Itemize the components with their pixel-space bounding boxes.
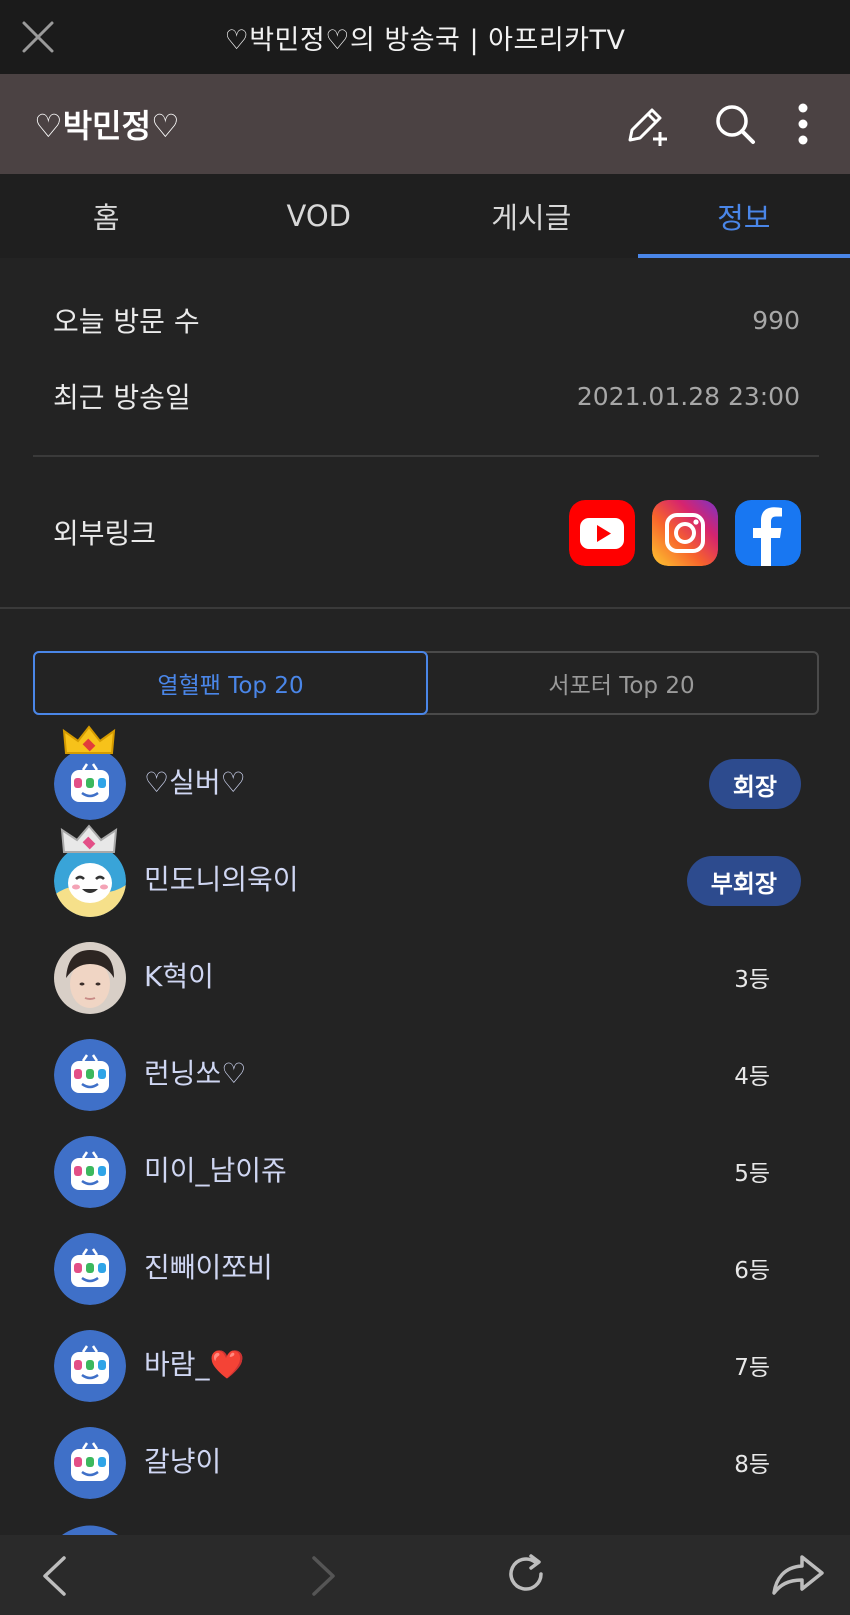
fan-name: 미이_남이쥬 xyxy=(144,1154,287,1187)
visitors-row: 오늘 방문 수 990 xyxy=(53,300,800,340)
fan-rank: 8등 xyxy=(734,1452,770,1478)
tv-default-icon xyxy=(54,1330,126,1402)
tab-info[interactable]: 정보 xyxy=(637,174,850,258)
external-links-label: 외부링크 xyxy=(53,517,157,550)
tv-default-icon xyxy=(54,1136,126,1208)
search-icon[interactable] xyxy=(713,102,757,146)
fan-name: 민도니의욱이 xyxy=(144,863,299,896)
section-divider xyxy=(0,607,850,609)
tab-top-fans[interactable]: 열혈팬 Top 20 xyxy=(33,651,428,715)
silver-crown-icon xyxy=(60,824,118,853)
fan-row[interactable]: ♡실버♡ 회장 xyxy=(0,725,850,832)
channel-tabs: 홈 VOD 게시글 정보 xyxy=(0,174,850,258)
fan-row[interactable]: 미이_남이쥬 5등 xyxy=(0,1123,850,1220)
status-badge: 회장 xyxy=(708,759,801,809)
refresh-icon[interactable] xyxy=(505,1552,549,1596)
forward-icon[interactable] xyxy=(310,1555,338,1597)
last-broadcast-value: 2021.01.28 23:00 xyxy=(576,381,800,411)
channel-header: ♡박민정♡ xyxy=(0,74,850,174)
tab-home[interactable]: 홈 xyxy=(0,174,213,258)
write-post-icon[interactable] xyxy=(622,102,670,148)
fan-row[interactable]: 바람_❤️ 7등 xyxy=(0,1317,850,1414)
close-icon[interactable] xyxy=(20,19,56,55)
tab-top-supporters[interactable]: 서포터 Top 20 xyxy=(426,653,817,713)
instagram-icon[interactable] xyxy=(652,500,718,566)
fan-name: ♡실버♡ xyxy=(144,766,246,799)
fan-rank: 3등 xyxy=(734,967,770,993)
ranking-tabs: 열혈팬 Top 20 서포터 Top 20 xyxy=(33,651,819,715)
tv-default-icon xyxy=(54,1427,126,1499)
browser-nav-bar xyxy=(0,1535,850,1615)
last-broadcast-row: 최근 방송일 2021.01.28 23:00 xyxy=(53,376,800,416)
channel-name: ♡박민정♡ xyxy=(34,107,180,145)
last-broadcast-label: 최근 방송일 xyxy=(53,381,191,414)
fan-name: 런닝쏘♡ xyxy=(144,1057,247,1090)
fan-name: 갈냥이 xyxy=(144,1445,222,1478)
profile-photo-avatar xyxy=(54,942,126,1014)
fan-name: 진빼이쪼비 xyxy=(144,1251,273,1284)
fan-rank: 5등 xyxy=(734,1161,770,1187)
fan-name: 바람_❤️ xyxy=(144,1348,245,1381)
fan-row[interactable]: 런닝쏘♡ 4등 xyxy=(0,1026,850,1123)
gold-crown-icon xyxy=(62,725,116,754)
tab-vod[interactable]: VOD xyxy=(213,174,426,258)
fan-row[interactable]: 진빼이쪼비 6등 xyxy=(0,1220,850,1317)
tv-default-icon xyxy=(54,1233,126,1305)
back-icon[interactable] xyxy=(40,1555,68,1597)
fan-row[interactable]: 민도니의욱이 부회장 xyxy=(0,824,850,929)
visitors-value: 990 xyxy=(752,305,800,335)
divider xyxy=(33,455,819,457)
facebook-icon[interactable] xyxy=(735,500,801,566)
youtube-icon[interactable] xyxy=(569,500,635,566)
tv-default-icon xyxy=(62,1525,118,1535)
fan-rank: 7등 xyxy=(734,1355,770,1381)
fan-rank: 4등 xyxy=(734,1064,770,1090)
tv-default-icon xyxy=(54,748,126,820)
visitors-label: 오늘 방문 수 xyxy=(53,305,200,338)
tab-posts[interactable]: 게시글 xyxy=(425,174,638,258)
share-icon[interactable] xyxy=(770,1553,826,1597)
title-bar: ♡박민정♡의 방송국 | 아프리카TV xyxy=(0,0,850,74)
status-badge: 부회장 xyxy=(686,856,801,906)
fan-row[interactable]: 갈냥이 8등 xyxy=(0,1414,850,1511)
window-title: ♡박민정♡의 방송국 | 아프리카TV xyxy=(224,24,626,56)
tv-default-icon xyxy=(54,1039,126,1111)
fan-rank: 6등 xyxy=(734,1258,770,1284)
more-menu-icon[interactable] xyxy=(796,102,810,146)
fan-row[interactable]: K혁이 3등 xyxy=(0,929,850,1026)
fan-name: K혁이 xyxy=(144,960,214,993)
